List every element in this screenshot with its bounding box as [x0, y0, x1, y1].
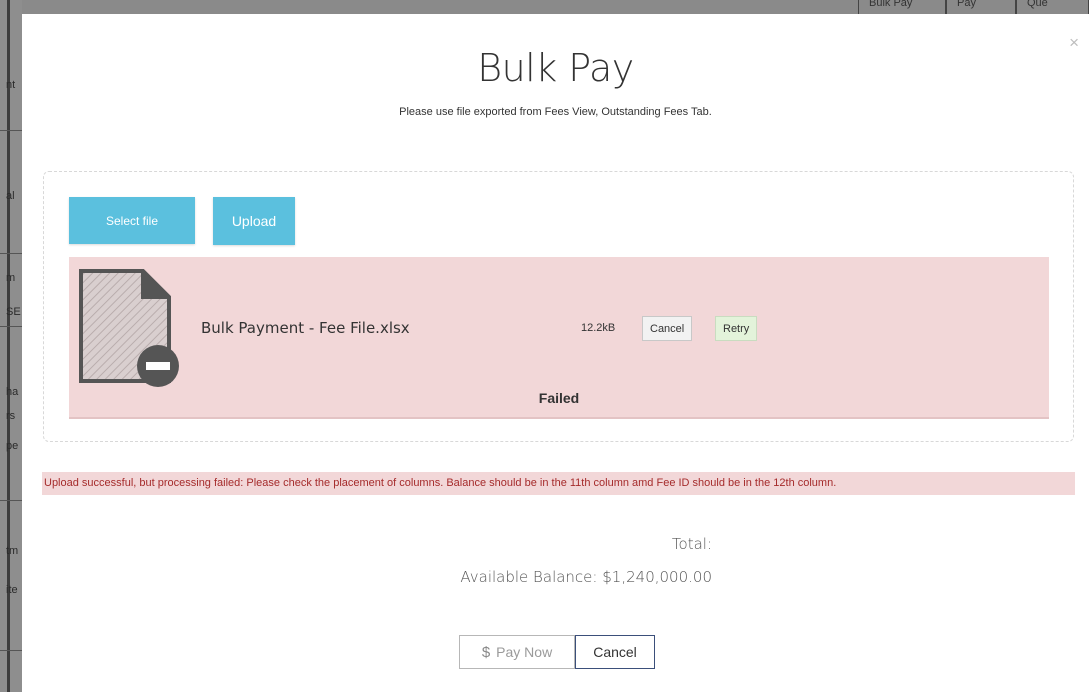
background-divider [0, 326, 22, 327]
background-top-bar: Bulk Pay Pay Que [22, 0, 1089, 14]
cancel-button[interactable]: Cancel [575, 635, 655, 669]
background-left-strip: nt al m SE ha rs pe tm ite [0, 0, 22, 692]
file-row-divider [69, 417, 1049, 419]
background-fragment: tm [6, 545, 19, 557]
total-label: Total: [671, 535, 712, 553]
background-fragment: ite [6, 584, 18, 596]
available-balance: Available Balance: $1,240,000.00 [382, 568, 712, 586]
file-size: 12.2kB [581, 322, 616, 334]
background-fragment: rs [6, 410, 16, 422]
background-tab-bulk-pay: Bulk Pay [858, 0, 946, 14]
background-fragment: m [6, 272, 16, 284]
bulk-pay-modal: × Bulk Pay Please use file exported from… [22, 14, 1089, 692]
upload-button[interactable]: Upload [213, 197, 295, 245]
background-fragment: pe [6, 440, 19, 452]
dollar-icon: $ [481, 643, 491, 661]
pay-now-button[interactable]: $ Pay Now [459, 635, 575, 669]
background-tab-pay: Pay [946, 0, 1016, 14]
background-divider [0, 130, 22, 131]
pay-now-label: Pay Now [496, 644, 553, 660]
file-preview-row: Bulk Payment - Fee File.xlsx 12.2kB Canc… [69, 257, 1049, 419]
modal-title: Bulk Pay [477, 46, 634, 90]
background-fragment: ha [6, 386, 19, 398]
file-remove-icon [79, 269, 183, 389]
background-divider [0, 650, 22, 651]
background-fragment: SE [6, 306, 21, 318]
available-balance-label: Available Balance: [460, 568, 598, 586]
file-cancel-button[interactable]: Cancel [642, 316, 693, 341]
file-dropzone[interactable]: Select file Upload Bulk Payment - Fee Fi… [43, 171, 1074, 442]
background-divider [0, 253, 22, 254]
background-fragment: nt [6, 79, 16, 91]
background-divider [0, 500, 22, 501]
file-retry-button[interactable]: Retry [715, 316, 758, 341]
file-name: Bulk Payment - Fee File.xlsx [201, 319, 410, 337]
background-tab-queue: Que [1016, 0, 1089, 14]
modal-subtitle: Please use file exported from Fees View,… [399, 106, 712, 118]
background-fragment: al [6, 190, 15, 202]
error-message: Upload successful, but processing failed… [42, 472, 1075, 495]
file-status: Failed [538, 390, 580, 406]
available-balance-value: $1,240,000.00 [602, 568, 712, 586]
select-file-button[interactable]: Select file [69, 197, 195, 244]
